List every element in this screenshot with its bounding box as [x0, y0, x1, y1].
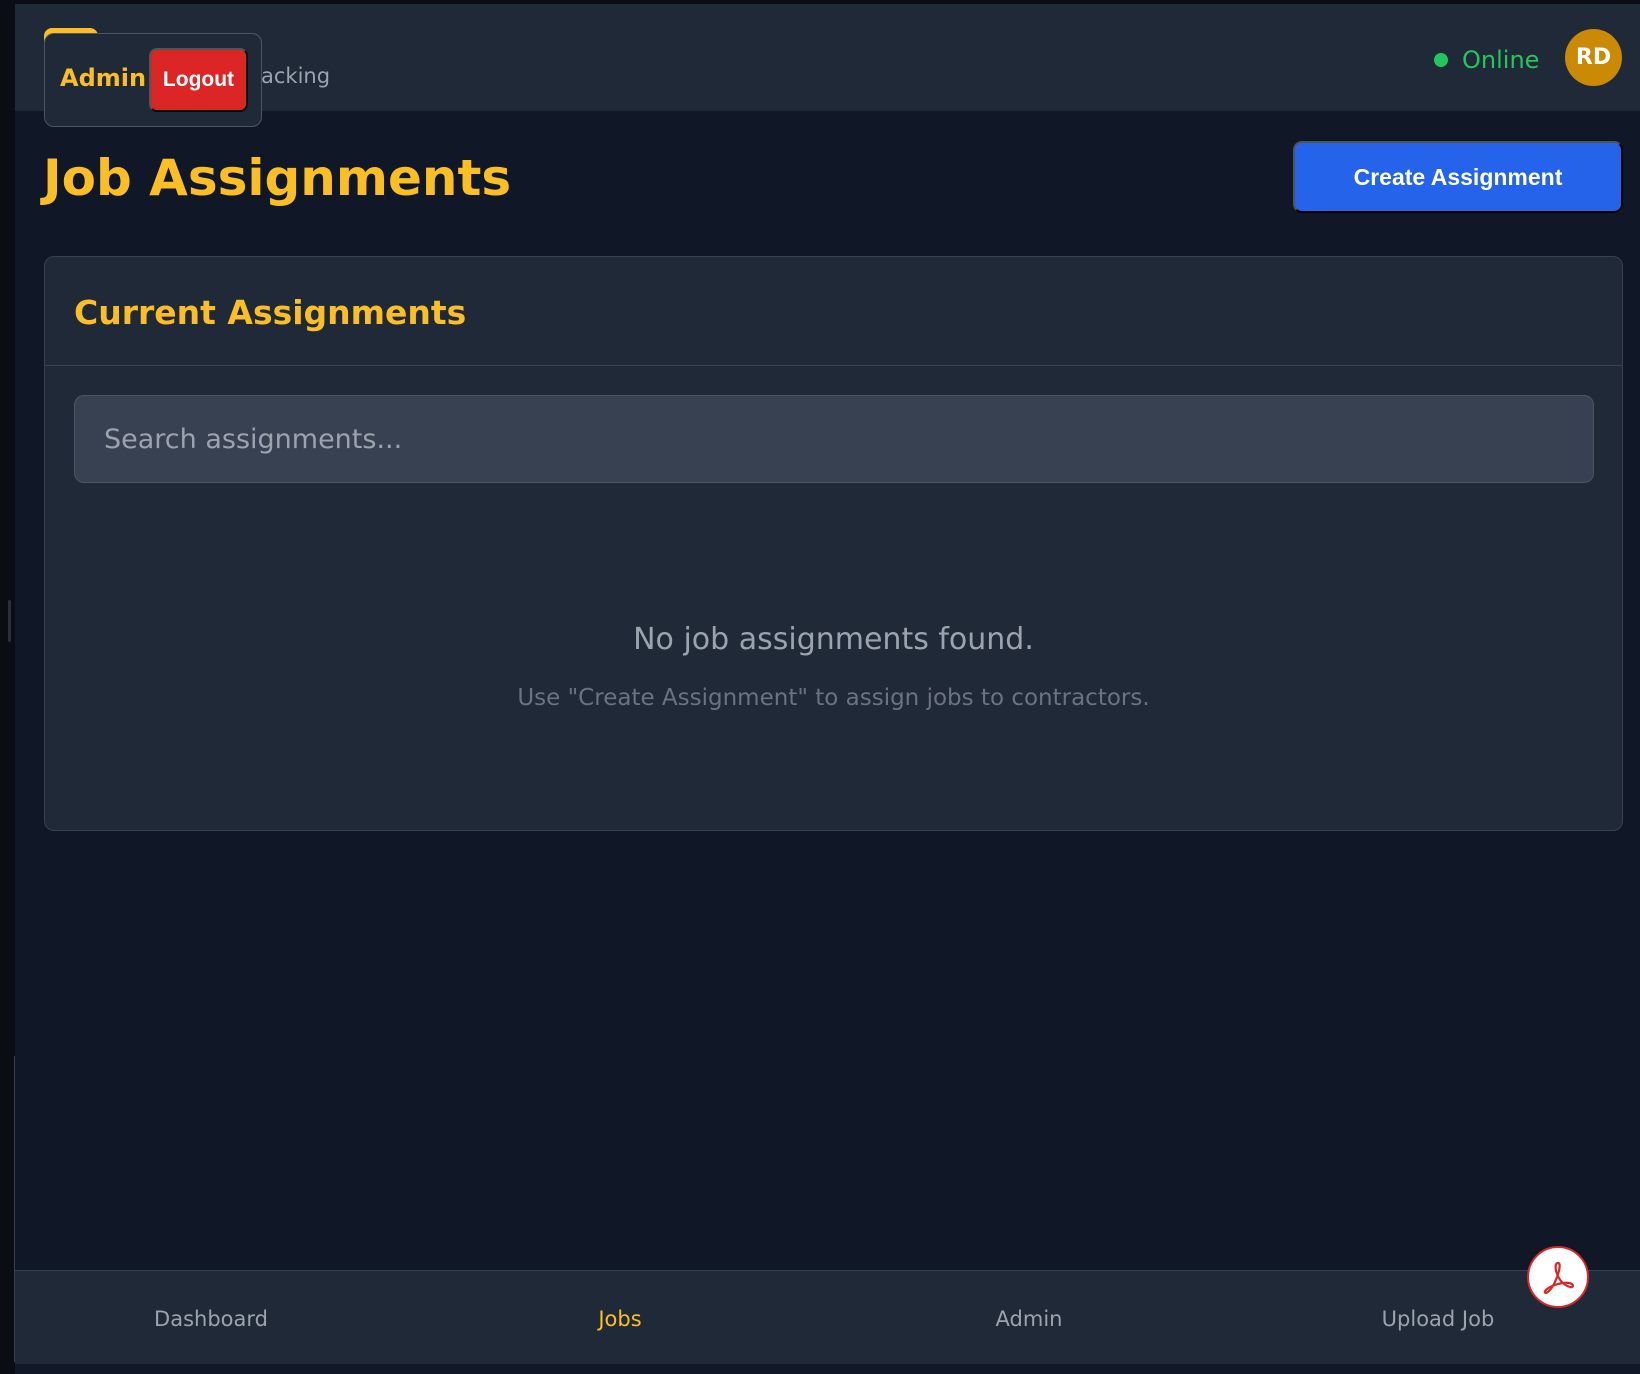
- app-root: acking Admin Logout Online RD Job Assign…: [15, 4, 1640, 1364]
- logout-button[interactable]: Logout: [149, 48, 248, 112]
- pdf-export-button[interactable]: [1527, 1246, 1589, 1308]
- user-avatar[interactable]: RD: [1565, 29, 1622, 86]
- empty-state-message: No job assignments found.: [633, 622, 1034, 657]
- pdf-icon: [1543, 1261, 1574, 1295]
- resize-handle[interactable]: [8, 600, 11, 642]
- bottom-nav: Dashboard Jobs Admin Upload Job: [15, 1270, 1640, 1364]
- nav-item-upload-job[interactable]: Upload Job: [1288, 1307, 1588, 1331]
- app-subtitle: acking: [261, 64, 331, 88]
- card-header: Current Assignments: [45, 257, 1622, 366]
- create-assignment-button[interactable]: Create Assignment: [1293, 141, 1623, 213]
- search-assignments-input[interactable]: [74, 395, 1594, 483]
- nav-item-jobs[interactable]: Jobs: [470, 1307, 770, 1331]
- top-header: acking Admin Logout Online RD: [15, 4, 1640, 127]
- nav-item-admin[interactable]: Admin: [879, 1307, 1179, 1331]
- page-title: Job Assignments: [43, 149, 512, 207]
- nav-item-dashboard[interactable]: Dashboard: [61, 1307, 361, 1331]
- empty-state-hint: Use "Create Assignment" to assign jobs t…: [517, 685, 1150, 711]
- admin-popover: Admin Logout: [44, 33, 262, 127]
- online-status-dot-icon: [1434, 53, 1448, 67]
- card-title: Current Assignments: [74, 293, 467, 332]
- assignments-card: Current Assignments No job assignments f…: [44, 256, 1623, 831]
- admin-role-label: Admin: [60, 64, 147, 92]
- window-frame-left: [0, 0, 15, 1374]
- connection-status: Online: [1434, 42, 1539, 78]
- status-label: Online: [1462, 46, 1540, 74]
